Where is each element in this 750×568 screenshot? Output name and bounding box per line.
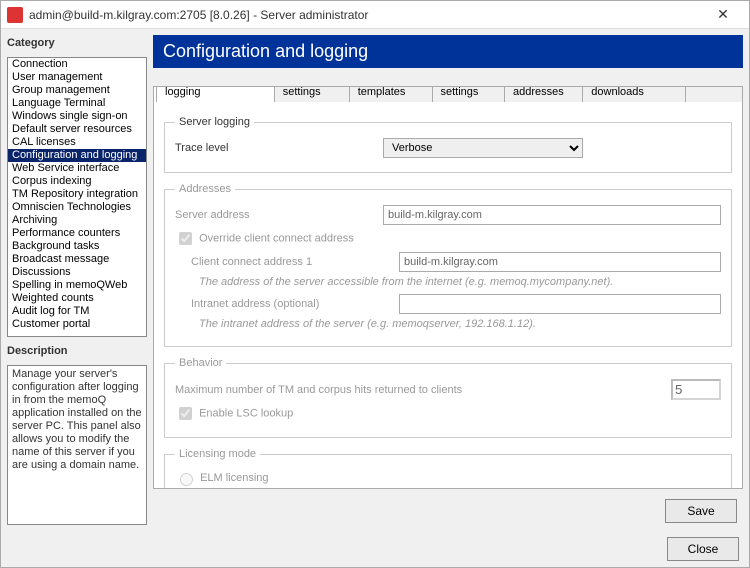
right-column: Configuration and logging Configuration … [153, 35, 743, 525]
trace-level-label: Trace level [175, 142, 375, 154]
elm-radio-wrap: ELM licensing [175, 470, 269, 486]
connect-addr1-input [399, 252, 721, 272]
tab-container: Configuration and loggingE-mail settings… [153, 86, 743, 489]
server-logging-group: Server logging Trace level Verbose [164, 116, 732, 173]
window-title: admin@build-m.kilgray.com:2705 [8.0.26] … [29, 8, 703, 22]
app-icon [7, 7, 23, 23]
category-item[interactable]: Broadcast message [8, 253, 146, 266]
category-item[interactable]: Archiving [8, 214, 146, 227]
tab[interactable]: Web addresses [504, 86, 583, 102]
save-button[interactable]: Save [665, 499, 737, 523]
description-text: Manage your server's configuration after… [7, 365, 147, 525]
category-list[interactable]: ConnectionUser managementGroup managemen… [7, 57, 147, 337]
category-item[interactable]: Group management [8, 84, 146, 97]
category-item[interactable]: Weighted counts [8, 292, 146, 305]
category-item[interactable]: TM Repository integration [8, 188, 146, 201]
addresses-legend: Addresses [175, 183, 235, 195]
intranet-label: Intranet address (optional) [191, 298, 391, 310]
override-checkbox [179, 232, 192, 245]
connect-addr1-hint: The address of the server accessible fro… [199, 276, 721, 288]
category-item[interactable]: Connection [8, 58, 146, 71]
tab[interactable]: Configuration and logging [156, 86, 275, 102]
server-admin-window: admin@build-m.kilgray.com:2705 [8.0.26] … [0, 0, 750, 568]
category-item[interactable]: Default server resources [8, 123, 146, 136]
licensing-group: Licensing mode ELM licensing CAL licensi… [164, 448, 732, 488]
elm-label: ELM licensing [200, 472, 268, 484]
tab[interactable]: E-mail templates [349, 86, 433, 102]
close-icon[interactable]: ✕ [703, 6, 743, 23]
titlebar: admin@build-m.kilgray.com:2705 [8.0.26] … [1, 1, 749, 29]
max-hits-input [671, 379, 721, 400]
page-title: Configuration and logging [153, 35, 743, 68]
category-item[interactable]: CAL licenses [8, 136, 146, 149]
max-hits-label: Maximum number of TM and corpus hits ret… [175, 384, 663, 396]
licensing-legend: Licensing mode [175, 448, 260, 460]
window-footer: Close [1, 531, 749, 567]
category-item[interactable]: Customer portal [8, 318, 146, 331]
server-logging-legend: Server logging [175, 116, 254, 128]
intranet-hint: The intranet address of the server (e.g.… [199, 318, 721, 330]
category-item[interactable]: Language Terminal [8, 97, 146, 110]
addresses-group: Addresses Server address Override client… [164, 183, 732, 347]
lsc-label: Enable LSC lookup [199, 407, 293, 419]
panel-buttons: Save [153, 493, 743, 525]
tab[interactable]: E-mail settings [274, 86, 350, 102]
server-address-input [383, 205, 721, 225]
behavior-legend: Behavior [175, 357, 226, 369]
category-item[interactable]: Configuration and logging [8, 149, 146, 162]
category-item[interactable]: User management [8, 71, 146, 84]
window-body: Category ConnectionUser managementGroup … [1, 29, 749, 531]
category-item[interactable]: Performance counters [8, 227, 146, 240]
behavior-group: Behavior Maximum number of TM and corpus… [164, 357, 732, 438]
category-item[interactable]: Corpus indexing [8, 175, 146, 188]
trace-level-select[interactable]: Verbose [383, 138, 583, 158]
intranet-input [399, 294, 721, 314]
connect-addr1-label: Client connect address 1 [191, 256, 391, 268]
left-column: Category ConnectionUser managementGroup … [7, 35, 147, 525]
lsc-checkbox-wrap: Enable LSC lookup [175, 404, 293, 423]
tab-strip: Configuration and loggingE-mail settings… [154, 86, 742, 103]
category-item[interactable]: Spelling in memoQWeb [8, 279, 146, 292]
tab[interactable]: Diagnostic downloads [582, 86, 686, 102]
category-item[interactable]: Discussions [8, 266, 146, 279]
lsc-checkbox [179, 407, 192, 420]
category-item[interactable]: Audit log for TM [8, 305, 146, 318]
category-heading: Category [7, 35, 147, 51]
close-button[interactable]: Close [667, 537, 739, 561]
server-address-label: Server address [175, 209, 375, 221]
override-label: Override client connect address [199, 232, 354, 244]
tab[interactable]: Proxy settings [432, 86, 506, 102]
override-checkbox-wrap: Override client connect address [175, 229, 354, 248]
tab-panel: Server logging Trace level Verbose Addre… [154, 102, 742, 488]
elm-radio [180, 473, 193, 486]
description-heading: Description [7, 343, 147, 359]
category-item[interactable]: Windows single sign-on [8, 110, 146, 123]
category-item[interactable]: Web Service interface [8, 162, 146, 175]
category-item[interactable]: Background tasks [8, 240, 146, 253]
category-item[interactable]: Omniscien Technologies [8, 201, 146, 214]
tab[interactable]: Security [685, 86, 743, 102]
